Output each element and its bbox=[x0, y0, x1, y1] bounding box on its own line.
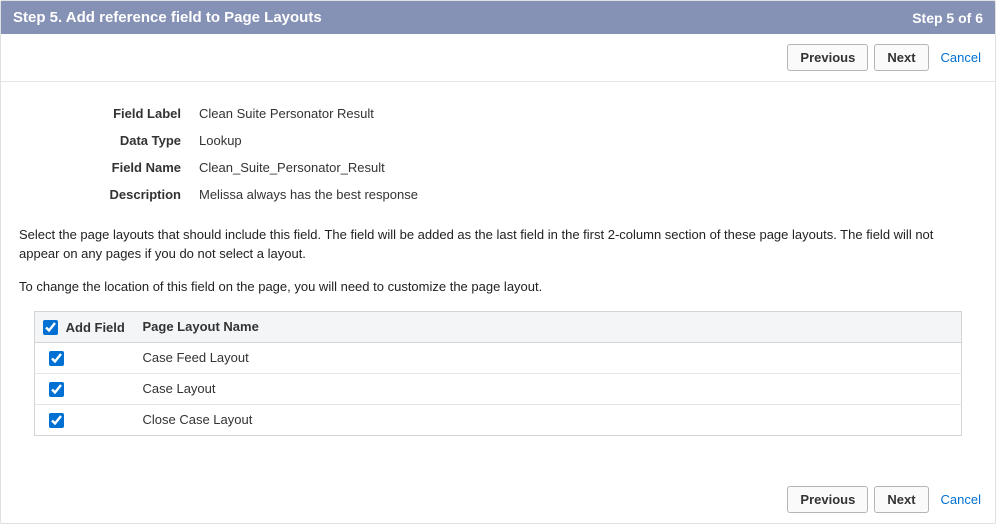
table-header-layoutname: Page Layout Name bbox=[135, 311, 962, 342]
wizard-header: Step 5. Add reference field to Page Layo… bbox=[1, 1, 995, 34]
def-label: Description bbox=[79, 187, 199, 202]
addfield-header-label: Add Field bbox=[66, 320, 125, 335]
def-row-description: Description Melissa always has the best … bbox=[79, 181, 977, 208]
layout-name-cell: Close Case Layout bbox=[135, 404, 962, 435]
row-checkbox[interactable] bbox=[49, 351, 64, 366]
def-row-field-name: Field Name Clean_Suite_Personator_Result bbox=[79, 154, 977, 181]
toolbar-top: Previous Next Cancel bbox=[1, 34, 995, 82]
next-button[interactable]: Next bbox=[874, 486, 928, 513]
def-row-data-type: Data Type Lookup bbox=[79, 127, 977, 154]
definition-list: Field Label Clean Suite Personator Resul… bbox=[79, 100, 977, 208]
wizard-title: Step 5. Add reference field to Page Layo… bbox=[13, 9, 322, 26]
previous-button[interactable]: Previous bbox=[787, 44, 868, 71]
def-label: Field Name bbox=[79, 160, 199, 175]
previous-button[interactable]: Previous bbox=[787, 486, 868, 513]
table-row: Case Feed Layout bbox=[35, 342, 962, 373]
row-checkbox[interactable] bbox=[49, 382, 64, 397]
def-value-description: Melissa always has the best response bbox=[199, 187, 418, 202]
cancel-link[interactable]: Cancel bbox=[941, 492, 981, 507]
table-row: Close Case Layout bbox=[35, 404, 962, 435]
spacer bbox=[19, 436, 977, 466]
toolbar-bottom: Previous Next Cancel bbox=[1, 476, 995, 523]
table-row: Case Layout bbox=[35, 373, 962, 404]
def-row-field-label: Field Label Clean Suite Personator Resul… bbox=[79, 100, 977, 127]
layout-name-cell: Case Feed Layout bbox=[135, 342, 962, 373]
page-layout-table: Add Field Page Layout Name Case Feed Lay… bbox=[34, 311, 962, 436]
table-header-addfield: Add Field bbox=[35, 311, 135, 342]
def-label: Data Type bbox=[79, 133, 199, 148]
content-area: Field Label Clean Suite Personator Resul… bbox=[1, 82, 995, 476]
step-indicator: Step 5 of 6 bbox=[912, 10, 983, 26]
row-checkbox[interactable] bbox=[49, 413, 64, 428]
def-value-field-name: Clean_Suite_Personator_Result bbox=[199, 160, 385, 175]
def-label: Field Label bbox=[79, 106, 199, 121]
def-value-data-type: Lookup bbox=[199, 133, 242, 148]
cancel-link[interactable]: Cancel bbox=[941, 50, 981, 65]
select-all-checkbox[interactable] bbox=[43, 320, 58, 335]
layout-name-cell: Case Layout bbox=[135, 373, 962, 404]
instructions-para-2: To change the location of this field on … bbox=[19, 278, 977, 297]
next-button[interactable]: Next bbox=[874, 44, 928, 71]
instructions-para-1: Select the page layouts that should incl… bbox=[19, 226, 977, 264]
wizard-container: Step 5. Add reference field to Page Layo… bbox=[0, 0, 996, 524]
def-value-field-label: Clean Suite Personator Result bbox=[199, 106, 374, 121]
